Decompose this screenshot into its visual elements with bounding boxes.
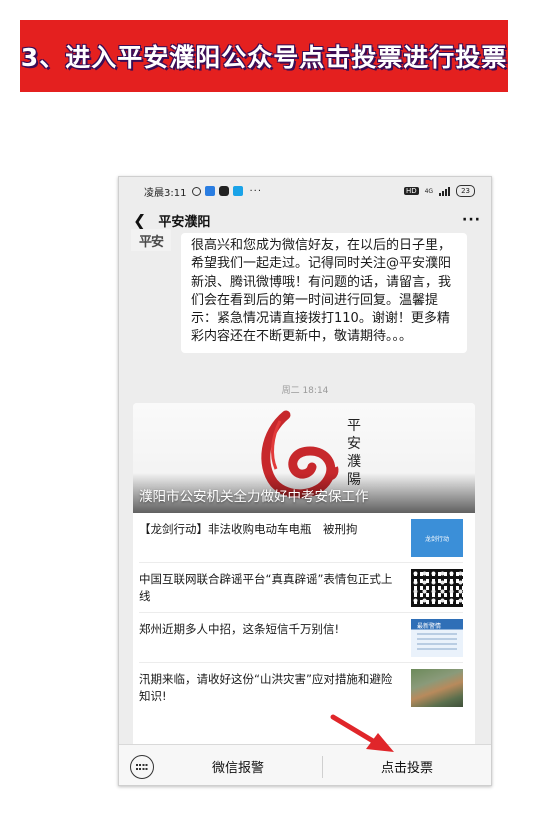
more-icon[interactable]: ···: [462, 212, 481, 228]
alarm-icon: [192, 186, 202, 196]
thumbnail-text: 龙剑行动: [424, 535, 449, 543]
battery-icon: 23: [456, 185, 475, 197]
article-card: 平安濮陽 濮阳市公安机关全力做好中考安保工作 【龙剑行动】非法收购电动车电瓶 被…: [133, 403, 475, 748]
article-list: 【龙剑行动】非法收购电动车电瓶 被刑拘 龙剑行动 中国互联网联合辟谣平台“真真辟…: [133, 513, 475, 713]
status-more: ···: [249, 185, 263, 197]
signal-icon: [439, 186, 451, 196]
network-type: 4G: [424, 187, 434, 195]
welcome-message: 很高兴和您成为微信好友，在以后的日子里，希望我们一起走过。记得同时关注@平安濮阳…: [181, 233, 467, 353]
message-timestamp: 周二 18:14: [281, 386, 329, 396]
flood-photo-thumbnail: [411, 669, 463, 707]
article-item[interactable]: 【龙剑行动】非法收购电动车电瓶 被刑拘 龙剑行动: [139, 513, 463, 563]
phone-screenshot: 凌晨3:11 ··· HD 4G 23 ❮ 平安濮阳 ··· 平安 很高兴和您成…: [118, 176, 492, 786]
bottom-menu: 微信报警 点击投票: [119, 744, 491, 785]
app-notification-icon: [233, 186, 244, 196]
keyboard-icon[interactable]: [130, 754, 154, 779]
thumbnail-text: 最新警情: [417, 623, 442, 630]
status-right: HD 4G 23: [403, 185, 475, 197]
hd-icon: HD: [403, 187, 419, 195]
article-title: 汛期来临，请收好这份“山洪灾害”应对措施和避险知识!: [139, 672, 393, 703]
article-title: 中国互联网联合辟谣平台“真真辟谣”表情包正式上线: [139, 572, 393, 603]
article-thumbnail: 龙剑行动: [411, 519, 463, 557]
app-notification-icon: [205, 186, 216, 196]
article-item[interactable]: 汛期来临，请收好这份“山洪灾害”应对措施和避险知识!: [139, 663, 463, 713]
chat-header: ❮ 平安濮阳 ···: [119, 205, 491, 235]
chat-title: 平安濮阳: [158, 214, 211, 230]
avatar[interactable]: 平安: [131, 229, 171, 251]
cover-title: 濮阳市公安机关全力做好中考安保工作: [139, 489, 369, 505]
wechat-alarm-button[interactable]: 微信报警: [154, 757, 322, 776]
article-thumbnail: 最新警情: [411, 619, 463, 657]
article-title: 【龙剑行动】非法收购电动车电瓶 被刑拘: [139, 522, 358, 536]
back-icon[interactable]: ❮: [133, 211, 146, 230]
article-title: 郑州近期多人中招，这条短信千万别信!: [139, 622, 340, 636]
qr-code-thumbnail: [411, 569, 463, 607]
status-time: 凌晨3:11: [144, 187, 187, 199]
status-bar: 凌晨3:11 ··· HD 4G 23: [119, 177, 491, 205]
vote-button[interactable]: 点击投票: [323, 757, 491, 776]
cover-article[interactable]: 平安濮陽 濮阳市公安机关全力做好中考安保工作: [133, 403, 475, 513]
article-item[interactable]: 中国互联网联合辟谣平台“真真辟谣”表情包正式上线: [139, 563, 463, 613]
tiktok-icon: [219, 186, 230, 196]
banner-text: 3、进入平安濮阳公众号点击投票进行投票: [20, 43, 508, 72]
instruction-banner: 3、进入平安濮阳公众号点击投票进行投票: [20, 20, 508, 92]
article-item[interactable]: 郑州近期多人中招，这条短信千万别信! 最新警情: [139, 613, 463, 663]
